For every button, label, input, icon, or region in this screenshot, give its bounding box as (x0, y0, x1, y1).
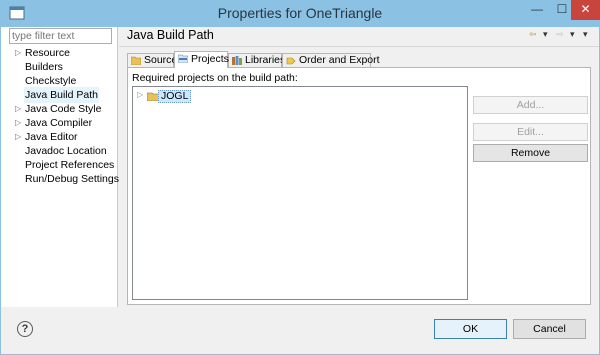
sidebar-item-label: Java Code Style (25, 103, 102, 115)
sidebar-item[interactable]: ▷ Resource (1, 46, 117, 60)
expand-arrow-icon[interactable]: ▷ (137, 90, 143, 99)
sidebar-item[interactable]: ▷ Java Compiler (1, 116, 117, 130)
property-page: Java Build Path ⇦ ▾ ⇨ ▾ ▾ Source Project… (119, 27, 599, 307)
cancel-button[interactable]: Cancel (513, 319, 586, 339)
tab-libraries[interactable]: Libraries (228, 53, 286, 68)
tab-projects[interactable]: Projects (174, 51, 229, 68)
sidebar-item[interactable]: Javadoc Location (1, 144, 117, 158)
back-dropdown-icon[interactable]: ▾ (543, 29, 548, 40)
tab-label: Order and Export (299, 54, 380, 66)
project-name: JOGL (158, 90, 192, 103)
forward-dropdown-icon[interactable]: ▾ (570, 29, 575, 40)
dialog-body: ▷ResourceBuildersCheckstyleJava Build Pa… (0, 27, 600, 355)
sidebar-item-label: Builders (25, 61, 63, 73)
projects-icon (178, 54, 188, 63)
expand-arrow-icon[interactable]: ▷ (15, 116, 21, 130)
close-button[interactable]: ✕ (571, 0, 600, 20)
properties-dialog: Properties for OneTriangle — ☐ ✕ ▷ Resour… (0, 0, 600, 355)
add-button[interactable]: Add... (473, 96, 588, 114)
tab-source[interactable]: Source (127, 53, 178, 68)
sidebar-item[interactable]: ▷ Java Code Style (1, 102, 117, 116)
required-projects-list[interactable]: ▷ JOGL (132, 86, 468, 300)
remove-button[interactable]: Remove (473, 144, 588, 162)
page-title: Java Build Path (127, 28, 214, 42)
title-separator (119, 46, 599, 47)
category-sidebar: ▷ Resource Builders CheckstyleJava Build Pa… (1, 27, 119, 307)
sidebar-item[interactable]: Java Build Path (1, 87, 117, 103)
sidebar-item[interactable]: ▷ Java Editor (1, 130, 117, 144)
libraries-icon (232, 56, 242, 65)
back-arrow-icon[interactable]: ⇦ (529, 29, 537, 40)
forward-arrow-icon[interactable]: ⇨ (556, 29, 564, 40)
sidebar-item-label: Run/Debug Settings (25, 173, 119, 185)
sidebar-item-label: Javadoc Location (25, 145, 107, 157)
expand-arrow-icon[interactable]: ▷ (15, 130, 21, 144)
tab-order-and-export[interactable]: Order and Export (282, 53, 380, 68)
expand-arrow-icon[interactable]: ▷ (15, 102, 21, 116)
sidebar-item[interactable]: Builders (1, 60, 117, 74)
sidebar-item[interactable]: Checkstyle (1, 74, 117, 88)
ok-button[interactable]: OK (434, 319, 507, 339)
minimize-button[interactable]: — (524, 0, 550, 20)
filter-input[interactable] (9, 28, 112, 44)
edit-button[interactable]: Edit... (473, 123, 588, 141)
sidebar-item-label: Java Build Path (24, 87, 99, 103)
help-icon[interactable]: ? (17, 321, 33, 337)
order-export-icon (286, 57, 296, 65)
sidebar-item[interactable]: Run/Debug Settings (1, 172, 119, 186)
tab-label: Projects (191, 53, 229, 65)
window-title: Properties for OneTriangle (217, 5, 383, 21)
tab-label: Source (144, 54, 178, 66)
sidebar-item-label: Checkstyle (25, 75, 77, 87)
expand-arrow-icon[interactable]: ▷ (15, 46, 21, 60)
history-navigation: ⇦ ▾ ⇨ ▾ ▾ (529, 29, 593, 41)
sidebar-item[interactable]: Project References (1, 158, 117, 172)
sidebar-item-label: Project References (25, 159, 115, 171)
tab-label: Libraries (245, 54, 286, 66)
title-bar[interactable]: Properties for OneTriangle — ☐ ✕ (0, 0, 600, 27)
view-menu-icon[interactable]: ▾ (583, 29, 588, 40)
projects-panel: Required projects on the build path: ▷ J… (127, 67, 591, 305)
sidebar-item-label: Java Compiler (25, 117, 93, 129)
required-projects-label: Required projects on the build path: (132, 72, 298, 84)
sidebar-item-label: Java Editor (25, 131, 78, 143)
source-folder-icon (131, 56, 141, 65)
sidebar-item-label: Resource (25, 47, 70, 59)
